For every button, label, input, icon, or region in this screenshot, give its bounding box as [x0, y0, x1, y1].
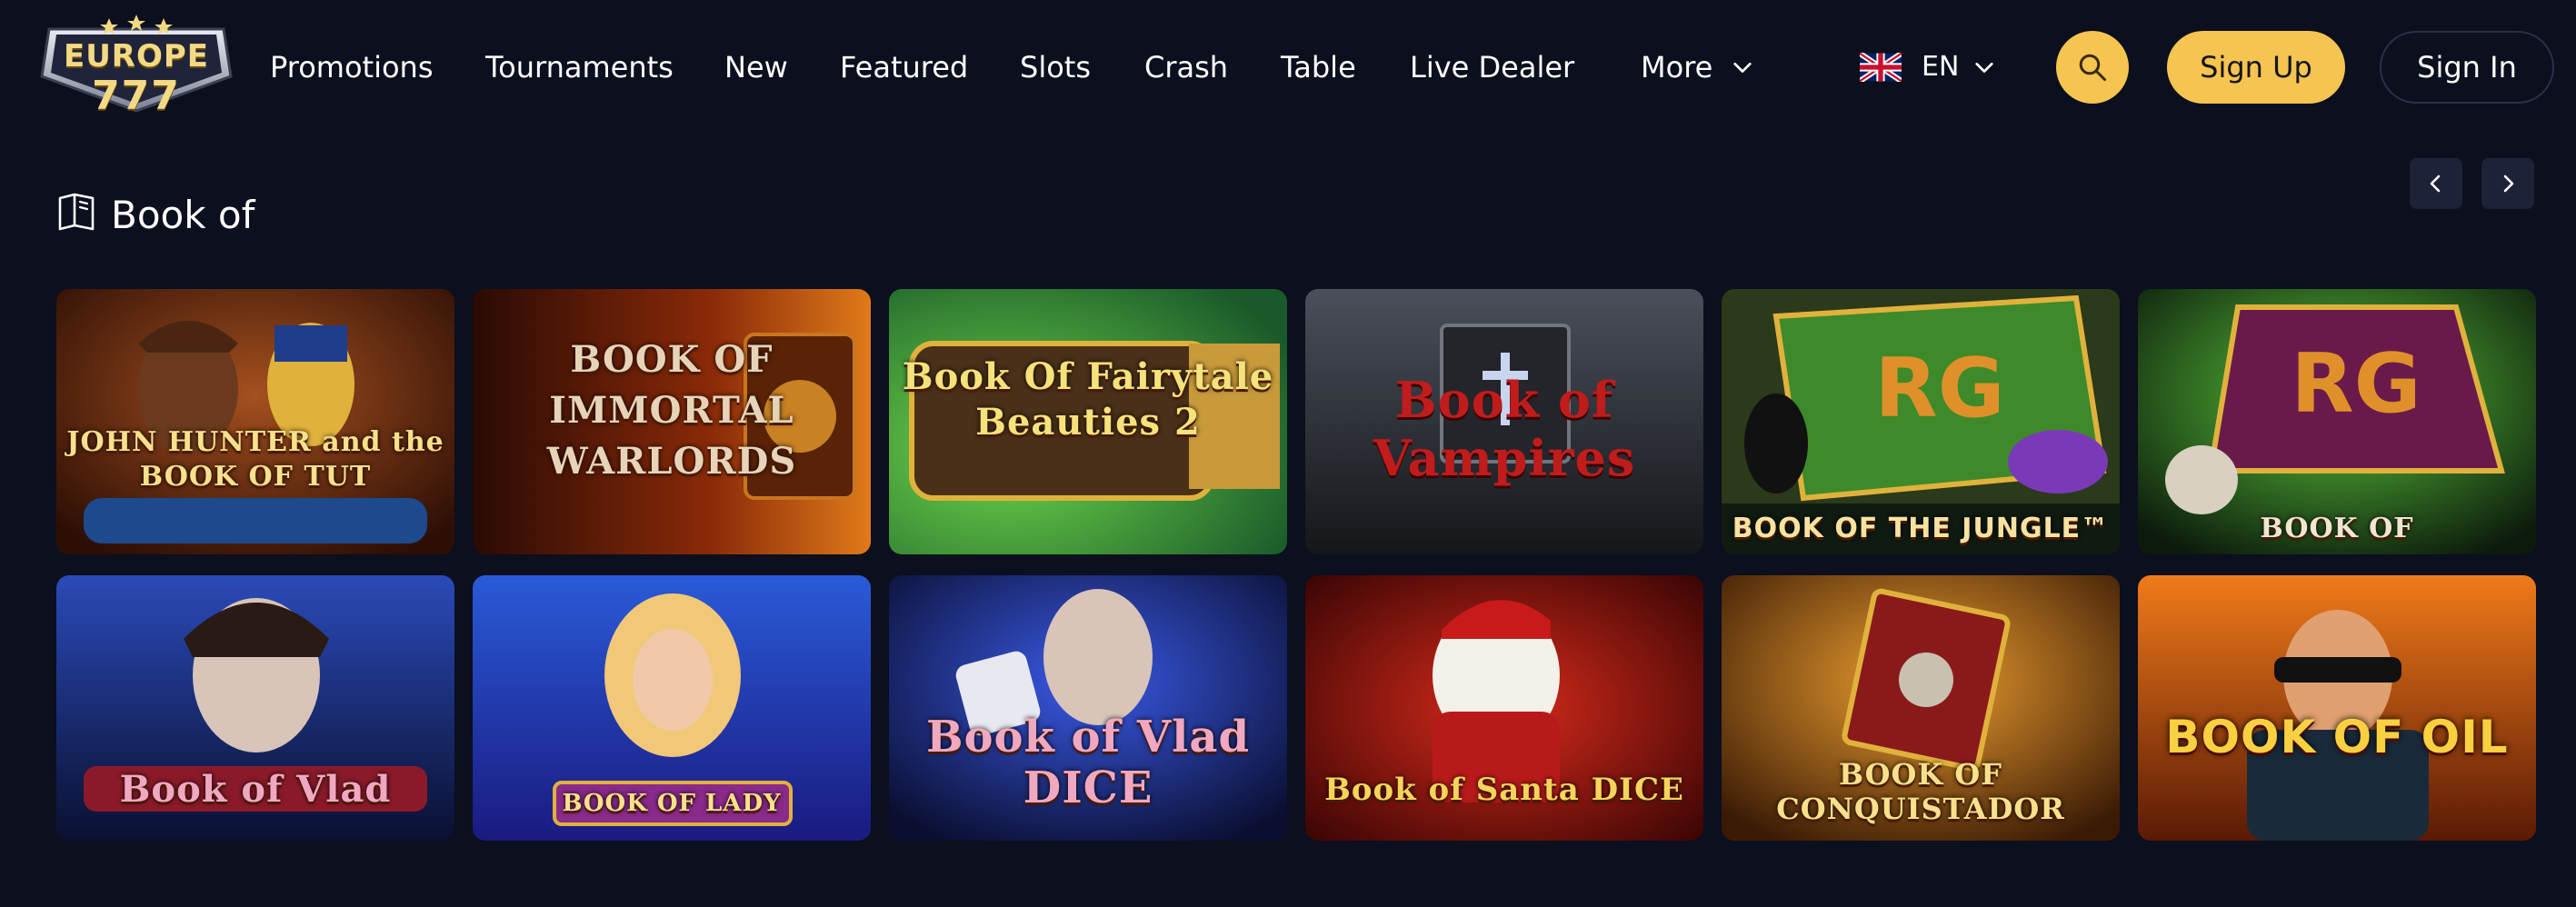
game-tile-book-of-vlad-dice[interactable]: Book of Vlad DICE [889, 575, 1287, 841]
game-tile-book-of-conquistador[interactable]: BOOK OF CONQUISTADOR [1722, 575, 2120, 841]
language-chevron-down-icon [1974, 57, 1994, 77]
search-button[interactable] [2056, 31, 2129, 104]
game-tile-book-of-the-jungle[interactable]: RG BOOK OF THE JUNGLE™ [1722, 289, 2120, 554]
game-title: BOOK OF THE JUNGLE™ [1732, 513, 2110, 544]
language-code: EN [1922, 51, 1960, 83]
nav-more[interactable]: More [1641, 47, 1712, 87]
nav-new[interactable]: New [724, 47, 788, 87]
nav-live-dealer[interactable]: Live Dealer [1410, 47, 1574, 87]
nav-table[interactable]: Table [1281, 47, 1356, 87]
game-title: JOHN HUNTER and the BOOK OF TUT [66, 426, 444, 493]
language-selector[interactable]: EN [1860, 49, 2005, 85]
game-title: Book of Vlad [119, 768, 392, 811]
game-tile-book-of-immortal-warlords[interactable]: BOOK OF IMMORTAL WARLORDS [473, 289, 871, 554]
section-title: Book of [111, 193, 255, 237]
top-header: EUROPE 777 Promotions Tournaments New Fe… [0, 0, 2576, 135]
game-tile-book-of-oil[interactable]: BOOK OF OIL [2138, 575, 2536, 841]
game-tile-book-of-fairytale-beauties-2[interactable]: Book Of Fairytale Beauties 2 [889, 289, 1287, 554]
nav-crash[interactable]: Crash [1144, 47, 1228, 87]
nav-promotions[interactable]: Promotions [270, 47, 433, 87]
nav-slots[interactable]: Slots [1020, 47, 1091, 87]
game-title: BOOK OF WITCHCRAFT™ [2260, 513, 2414, 544]
uk-flag-icon [1860, 53, 1902, 82]
chevron-left-icon [2430, 174, 2441, 193]
game-title: BOOK OF CONQUISTADOR [1776, 757, 2065, 826]
nav-featured[interactable]: Featured [840, 47, 968, 87]
game-tile-book-of-santa-dice[interactable]: Book of Santa DICE [1305, 575, 1703, 841]
game-tile-book-of-vampires[interactable]: Book of Vampires [1305, 289, 1703, 554]
book-icon [55, 189, 98, 233]
game-title: Book Of Fairytale Beauties 2 [902, 355, 1274, 444]
svg-text:RG: RG [2291, 336, 2421, 432]
more-chevron-down-icon[interactable] [1732, 57, 1752, 77]
search-icon [2079, 54, 2106, 81]
game-tile-john-hunter-book-of-tut[interactable]: JOHN HUNTER and the BOOK OF TUT [56, 289, 454, 554]
game-title: BOOK OF IMMORTAL WARLORDS [546, 338, 797, 483]
game-title: BOOK OF LADY [562, 790, 782, 817]
game-title: Book of Santa DICE [1324, 772, 1684, 808]
game-title: BOOK OF OIL [2165, 711, 2509, 763]
sign-up-button[interactable]: Sign Up [2167, 31, 2345, 104]
game-title: Book of Vampires [1373, 371, 1636, 487]
game-tile-book-of-lady[interactable]: BOOK OF LADY [473, 575, 871, 841]
carousel-prev-button[interactable] [2410, 158, 2462, 209]
game-tile-book-of-witchcraft[interactable]: RG BOOK OF WITCHCRAFT™ [2138, 289, 2536, 554]
game-tile-book-of-vlad[interactable]: Book of Vlad [56, 575, 454, 841]
svg-text:RG: RG [1874, 341, 2004, 436]
game-title: Book of Vlad DICE [925, 712, 1251, 813]
nav-tournaments[interactable]: Tournaments [485, 47, 674, 87]
carousel-next-button[interactable] [2481, 158, 2534, 209]
sign-in-button[interactable]: Sign In [2380, 31, 2554, 104]
chevron-right-icon [2503, 174, 2514, 193]
